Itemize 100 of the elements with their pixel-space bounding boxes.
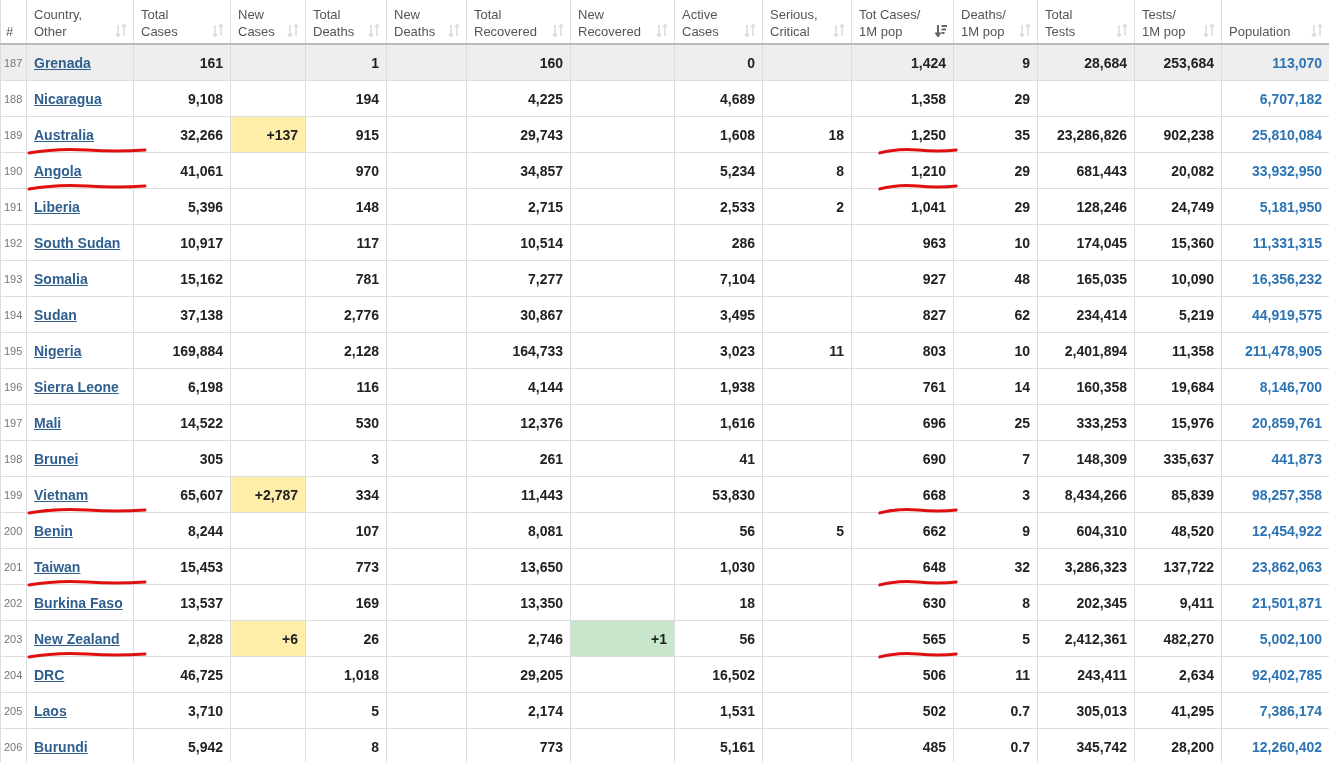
table-cell: 253,684 [1163, 54, 1214, 71]
table-cell: 20,082 [1171, 162, 1214, 179]
table-cell: 169,884 [172, 342, 223, 359]
country-link[interactable]: Mali [34, 414, 62, 431]
table-cell: 305,013 [1076, 702, 1127, 719]
table-cell: 761 [922, 378, 946, 395]
table-cell: 34,857 [520, 162, 563, 179]
country-link[interactable]: DRC [34, 666, 65, 683]
table-cell: +6 [282, 630, 298, 647]
table-cell: 48,520 [1171, 522, 1214, 539]
population-value: 12,260,402 [1251, 738, 1322, 755]
row-number: 187 [4, 56, 23, 69]
table-cell: 234,414 [1076, 306, 1127, 323]
country-link[interactable]: Taiwan [34, 558, 81, 575]
table-cell: 8 [371, 738, 379, 755]
table-cell: 7,104 [719, 270, 755, 287]
table-cell: 10 [1014, 234, 1030, 251]
population-value: 6,707,182 [1259, 90, 1322, 107]
table-cell: 0.7 [1010, 702, 1030, 719]
table-cell: 53,830 [712, 486, 755, 503]
table-cell: 32,266 [180, 126, 223, 143]
table-cell: 696 [922, 414, 946, 431]
country-link[interactable]: Liberia [34, 198, 80, 215]
row-number: 190 [4, 164, 23, 177]
table-cell: 4,144 [527, 378, 563, 395]
table-cell: 116 [356, 378, 379, 395]
table-cell: 305 [199, 450, 223, 467]
table-cell: 18 [828, 126, 844, 143]
table-cell: 5 [836, 522, 844, 539]
table-cell: +1 [651, 630, 667, 647]
table-cell: 1,424 [910, 54, 946, 71]
table-cell: 681,443 [1076, 162, 1127, 179]
population-value: 20,859,761 [1251, 414, 1322, 431]
table-cell: 9 [1022, 54, 1030, 71]
table-cell: 117 [356, 234, 379, 251]
population-value: 113,070 [1272, 54, 1322, 71]
row-number: 205 [4, 704, 23, 717]
country-link[interactable]: Laos [34, 702, 67, 719]
population-value: 8,146,700 [1259, 378, 1322, 395]
table-cell: 10,090 [1171, 270, 1214, 287]
table-cell: 65,607 [180, 486, 223, 503]
population-value: 5,181,950 [1259, 198, 1322, 215]
table-cell: 1,210 [910, 162, 946, 179]
table-cell: 1,938 [719, 378, 755, 395]
table-cell: 2,746 [527, 630, 563, 647]
table-cell: 9,108 [187, 90, 223, 107]
table-cell: 345,742 [1076, 738, 1127, 755]
table-cell: 41,061 [180, 162, 223, 179]
table-cell: 29 [1014, 162, 1030, 179]
table-cell: 160 [539, 54, 563, 71]
table-cell: 1,018 [343, 666, 379, 683]
table-cell: 261 [539, 450, 563, 467]
country-link[interactable]: Brunei [34, 450, 79, 467]
table-cell: 29,205 [520, 666, 563, 683]
table-cell: 565 [922, 630, 946, 647]
population-value: 12,454,922 [1251, 522, 1322, 539]
table-cell: 5,396 [187, 198, 223, 215]
table-cell: 648 [922, 558, 946, 575]
table-cell: 530 [355, 414, 379, 431]
table-cell: 32 [1014, 558, 1030, 575]
table-cell: 11,443 [520, 486, 563, 503]
table-cell: 160,358 [1076, 378, 1127, 395]
table-cell: 0 [747, 54, 755, 71]
table-cell: 29 [1014, 198, 1030, 215]
table-cell: 8,244 [187, 522, 223, 539]
country-link[interactable]: Benin [34, 522, 73, 539]
table-cell: 902,238 [1163, 126, 1214, 143]
row-number: 193 [4, 272, 23, 285]
population-value: 92,402,785 [1251, 666, 1322, 683]
table-cell: 2,828 [187, 630, 223, 647]
table-cell: 502 [922, 702, 946, 719]
row-number: 204 [4, 668, 23, 681]
table-cell: 506 [922, 666, 946, 683]
table-cell: 13,650 [520, 558, 563, 575]
table-cell: 25 [1014, 414, 1030, 431]
population-value: 98,257,358 [1251, 486, 1322, 503]
table-cell: 14,522 [180, 414, 223, 431]
row-number: 201 [4, 560, 23, 573]
table-cell: 3,023 [719, 342, 755, 359]
table-cell: 1,531 [719, 702, 755, 719]
population-value: 11,331,315 [1252, 234, 1322, 251]
row-number: 200 [4, 524, 23, 537]
column-header[interactable]: # [6, 23, 14, 40]
table-cell: 15,976 [1171, 414, 1214, 431]
row-number: 189 [4, 128, 23, 141]
table-cell: 1 [371, 54, 379, 71]
population-value: 441,873 [1271, 450, 1322, 467]
table-cell: 56 [739, 630, 755, 647]
table-cell: 24,749 [1171, 198, 1214, 215]
table-cell: 3,495 [719, 306, 755, 323]
sort-icon[interactable] [935, 24, 947, 37]
population-value: 16,356,232 [1251, 270, 1322, 287]
table-cell: 5 [371, 702, 379, 719]
table-cell: 23,286,826 [1056, 126, 1127, 143]
country-link[interactable]: Sudan [34, 306, 77, 323]
population-value: 25,810,084 [1251, 126, 1322, 143]
table-cell: 202,345 [1076, 594, 1127, 611]
table-cell: 26 [363, 630, 379, 647]
table-cell: 48 [1014, 270, 1030, 287]
table-cell: 5 [1022, 630, 1030, 647]
